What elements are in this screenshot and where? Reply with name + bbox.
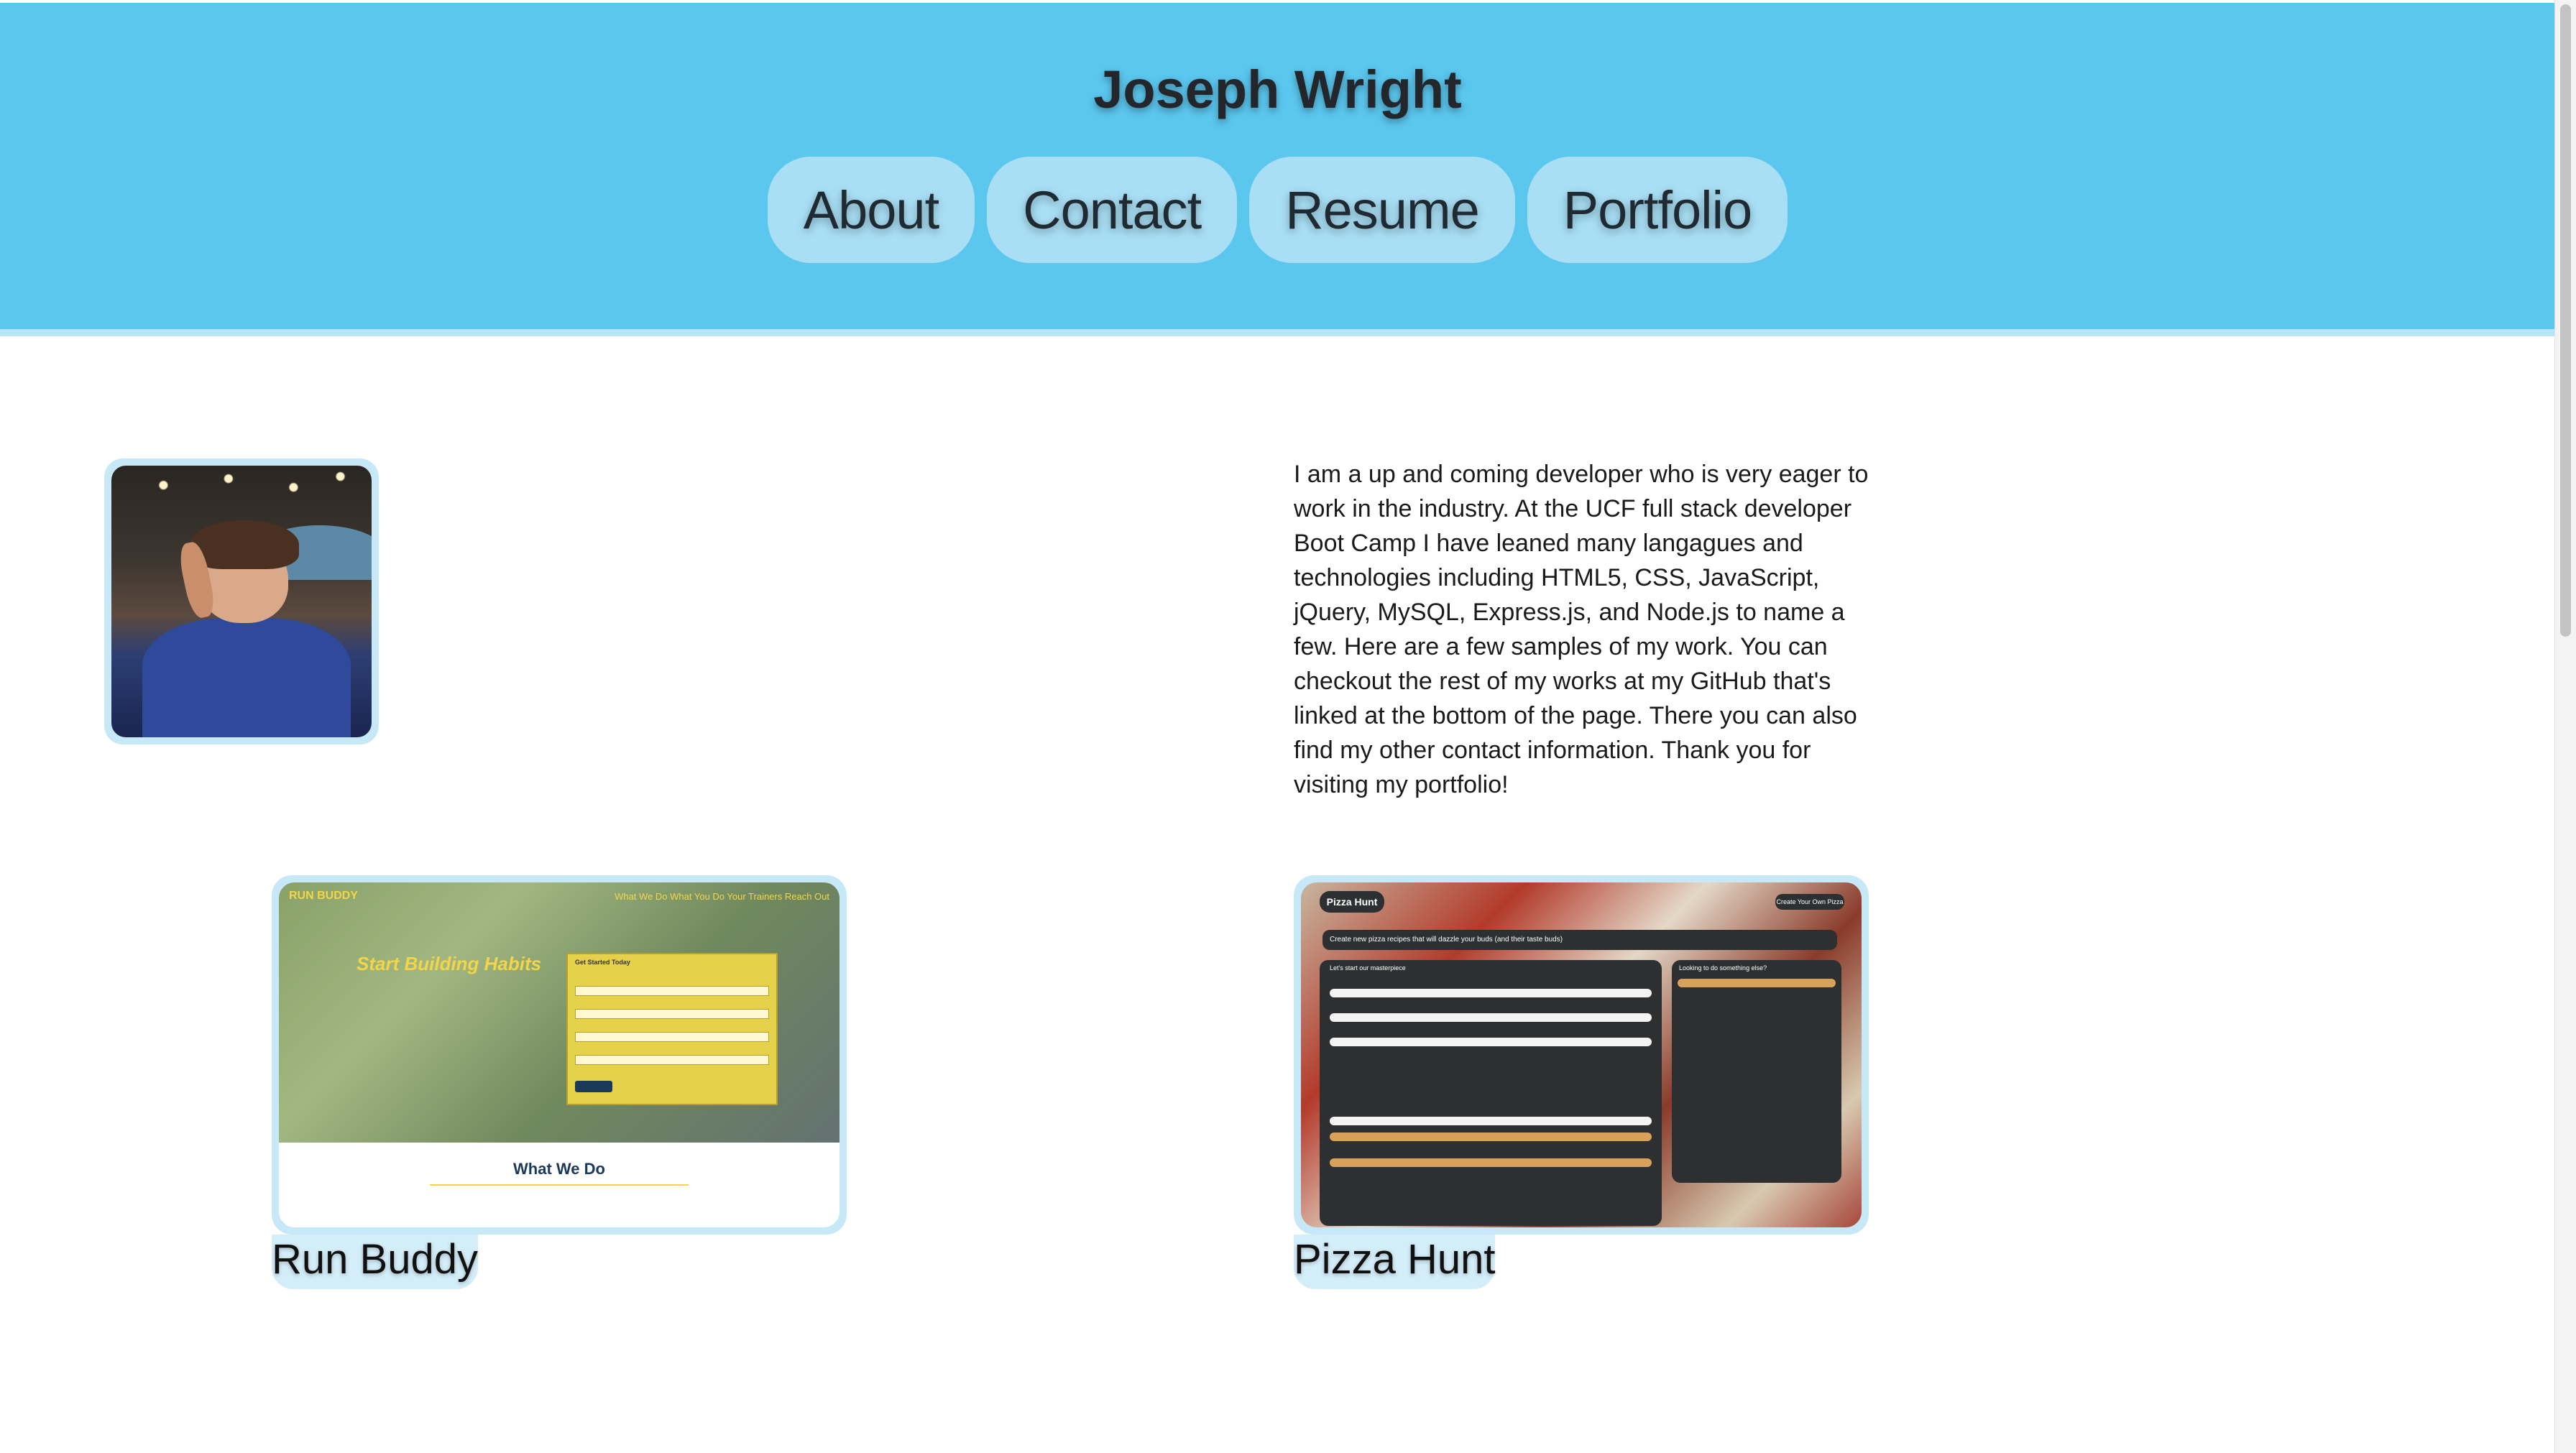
pizza-hunt-side-panel: Looking to do something else? bbox=[1672, 960, 1841, 1183]
run-buddy-headline: Start Building Habits bbox=[356, 953, 542, 974]
pizza-hunt-form: Let's start our masterpiece bbox=[1320, 960, 1662, 1226]
pizza-hunt-form-title: Let's start our masterpiece bbox=[1330, 964, 1406, 972]
form-orange-bar bbox=[1330, 1158, 1652, 1167]
run-buddy-form: Get Started Today bbox=[566, 953, 778, 1105]
nav-portfolio[interactable]: Portfolio bbox=[1527, 157, 1788, 263]
project-preview-link[interactable]: RUN BUDDY What We Do What You Do Your Tr… bbox=[272, 875, 847, 1235]
form-line bbox=[1330, 1117, 1652, 1125]
pizza-hunt-side-title: Looking to do something else? bbox=[1679, 964, 1767, 972]
form-submit bbox=[575, 1081, 612, 1092]
form-line bbox=[1330, 989, 1652, 997]
project-card-run-buddy: RUN BUDDY What We Do What You Do Your Tr… bbox=[272, 875, 847, 1289]
form-line bbox=[575, 1032, 769, 1042]
site-title: Joseph Wright bbox=[1093, 60, 1462, 119]
form-line bbox=[575, 1009, 769, 1019]
project-title-run-buddy[interactable]: Run Buddy bbox=[272, 1235, 478, 1289]
pizza-hunt-screenshot: Pizza Hunt Create Your Own Pizza Create … bbox=[1301, 882, 1862, 1227]
run-buddy-screenshot: RUN BUDDY What We Do What You Do Your Tr… bbox=[279, 882, 840, 1227]
person-body bbox=[142, 617, 351, 737]
project-card-pizza-hunt: Pizza Hunt Create Your Own Pizza Create … bbox=[1294, 875, 1869, 1289]
nav-about[interactable]: About bbox=[767, 157, 975, 263]
form-orange-bar bbox=[1330, 1133, 1652, 1141]
form-line bbox=[1330, 1038, 1652, 1046]
scrollbar-thumb[interactable] bbox=[2560, 4, 2571, 637]
project-preview-link[interactable]: Pizza Hunt Create Your Own Pizza Create … bbox=[1294, 875, 1869, 1235]
vertical-scrollbar[interactable] bbox=[2554, 0, 2576, 1453]
profile-photo bbox=[111, 466, 372, 737]
side-orange-bar bbox=[1678, 979, 1836, 987]
form-line bbox=[1330, 1013, 1652, 1022]
site-header: Joseph Wright About Contact Resume Portf… bbox=[0, 3, 2555, 336]
nav-resume[interactable]: Resume bbox=[1249, 157, 1515, 263]
run-buddy-hero: RUN BUDDY What We Do What You Do Your Tr… bbox=[279, 882, 840, 1143]
run-buddy-section-title: What We Do bbox=[513, 1160, 605, 1178]
profile-photo-frame bbox=[104, 458, 379, 744]
page: Joseph Wright About Contact Resume Portf… bbox=[0, 0, 2576, 1453]
run-buddy-form-title: Get Started Today bbox=[575, 959, 630, 966]
section-rule bbox=[430, 1184, 689, 1186]
pizza-hunt-logo: Pizza Hunt bbox=[1320, 891, 1384, 913]
project-title-pizza-hunt[interactable]: Pizza Hunt bbox=[1294, 1235, 1496, 1289]
about-paragraph: I am a up and coming developer who is ve… bbox=[1294, 461, 1869, 798]
run-buddy-logo: RUN BUDDY bbox=[289, 890, 358, 902]
nav-contact[interactable]: Contact bbox=[987, 157, 1238, 263]
form-line bbox=[575, 986, 769, 996]
run-buddy-nav: What We Do What You Do Your Trainers Rea… bbox=[615, 891, 829, 902]
pizza-hunt-banner: Create new pizza recipes that will dazzl… bbox=[1322, 930, 1837, 950]
form-line bbox=[575, 1055, 769, 1065]
pizza-hunt-create-button: Create Your Own Pizza bbox=[1775, 894, 1844, 910]
main-nav: About Contact Resume Portfolio bbox=[0, 157, 2555, 263]
